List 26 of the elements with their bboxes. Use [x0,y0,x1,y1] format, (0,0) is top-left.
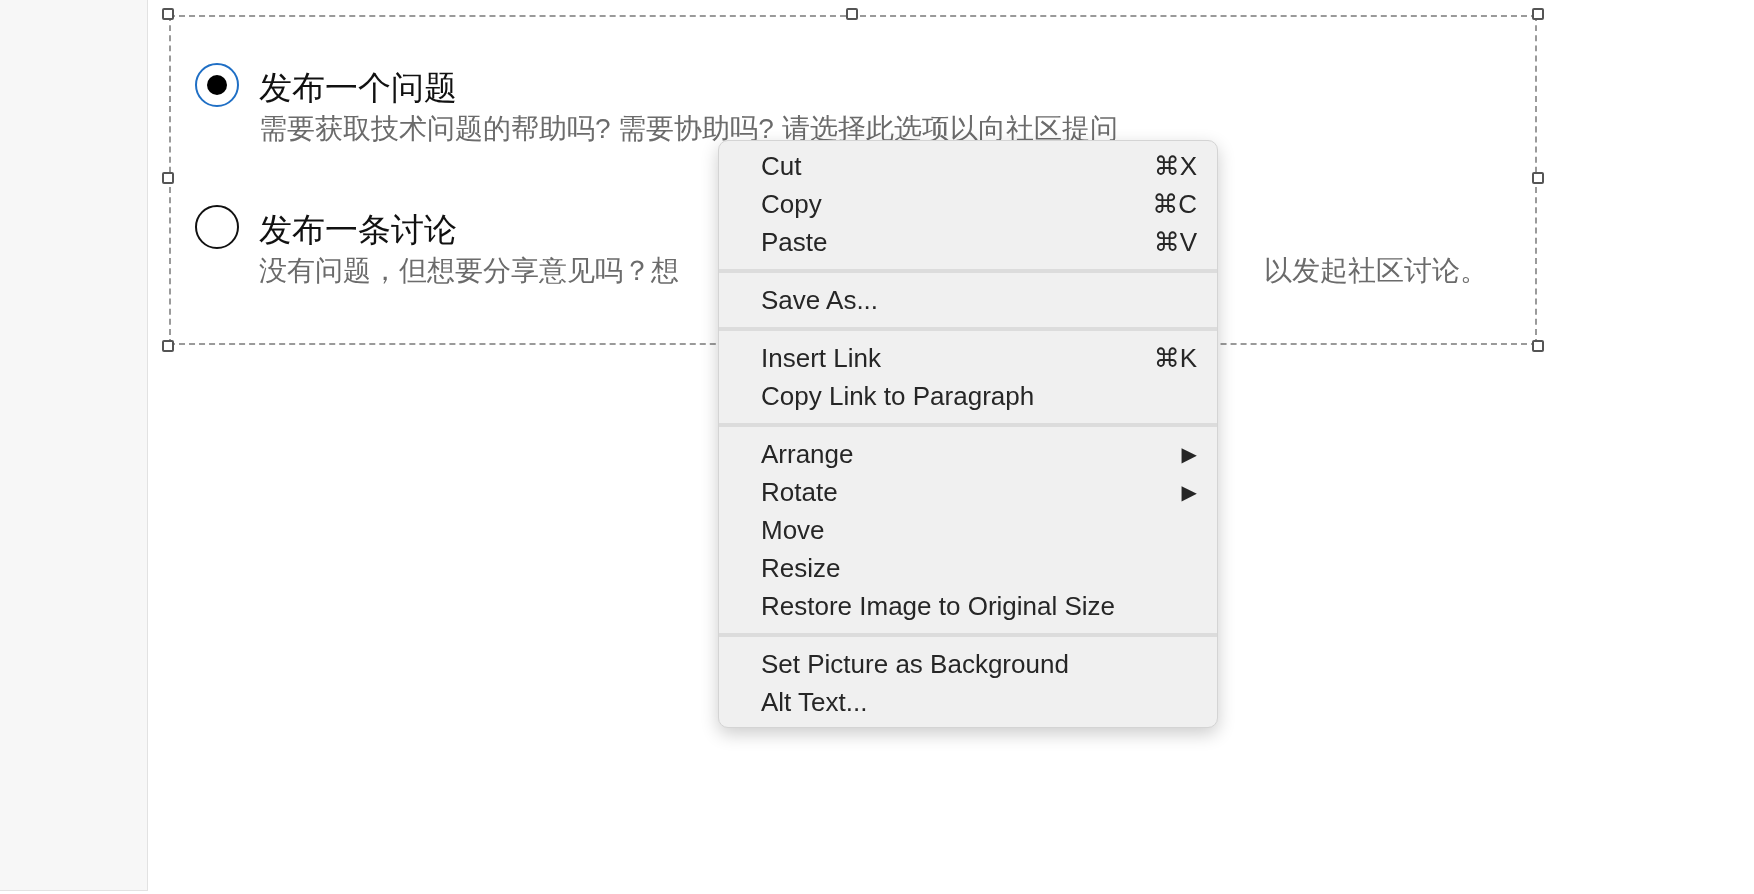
option-description: 以发起社区讨论。 [1264,254,1488,288]
radio-button[interactable] [195,63,239,107]
resize-handle[interactable] [162,172,174,184]
resize-handle[interactable] [846,8,858,20]
resize-handle[interactable] [1532,8,1544,20]
menu-item[interactable]: Insert Link ⌘K [719,339,1217,377]
menu-item[interactable]: Resize [719,549,1217,587]
option-title: 发布一个问题 [259,68,457,108]
menu-item[interactable]: Move [719,511,1217,549]
menu-item[interactable]: Restore Image to Original Size [719,587,1217,625]
menu-item[interactable]: Alt Text... [719,683,1217,721]
menu-item[interactable]: Save As... [719,281,1217,319]
menu-item[interactable]: Arrange ▶ [719,435,1217,473]
resize-handle[interactable] [162,8,174,20]
option-description: 没有问题，但想要分享意见吗？想 [259,254,679,288]
menu-item[interactable]: Rotate ▶ [719,473,1217,511]
menu-item[interactable]: Cut ⌘X [719,147,1217,185]
resize-handle[interactable] [1532,172,1544,184]
menu-item[interactable]: Copy Link to Paragraph [719,377,1217,415]
menu-item[interactable]: Set Picture as Background [719,645,1217,683]
resize-handle[interactable] [162,340,174,352]
option-title: 发布一条讨论 [259,210,457,250]
radio-button[interactable] [195,205,239,249]
menu-item[interactable]: Paste ⌘V [719,223,1217,261]
menu-item[interactable]: Copy ⌘C [719,185,1217,223]
resize-handle[interactable] [1532,340,1544,352]
